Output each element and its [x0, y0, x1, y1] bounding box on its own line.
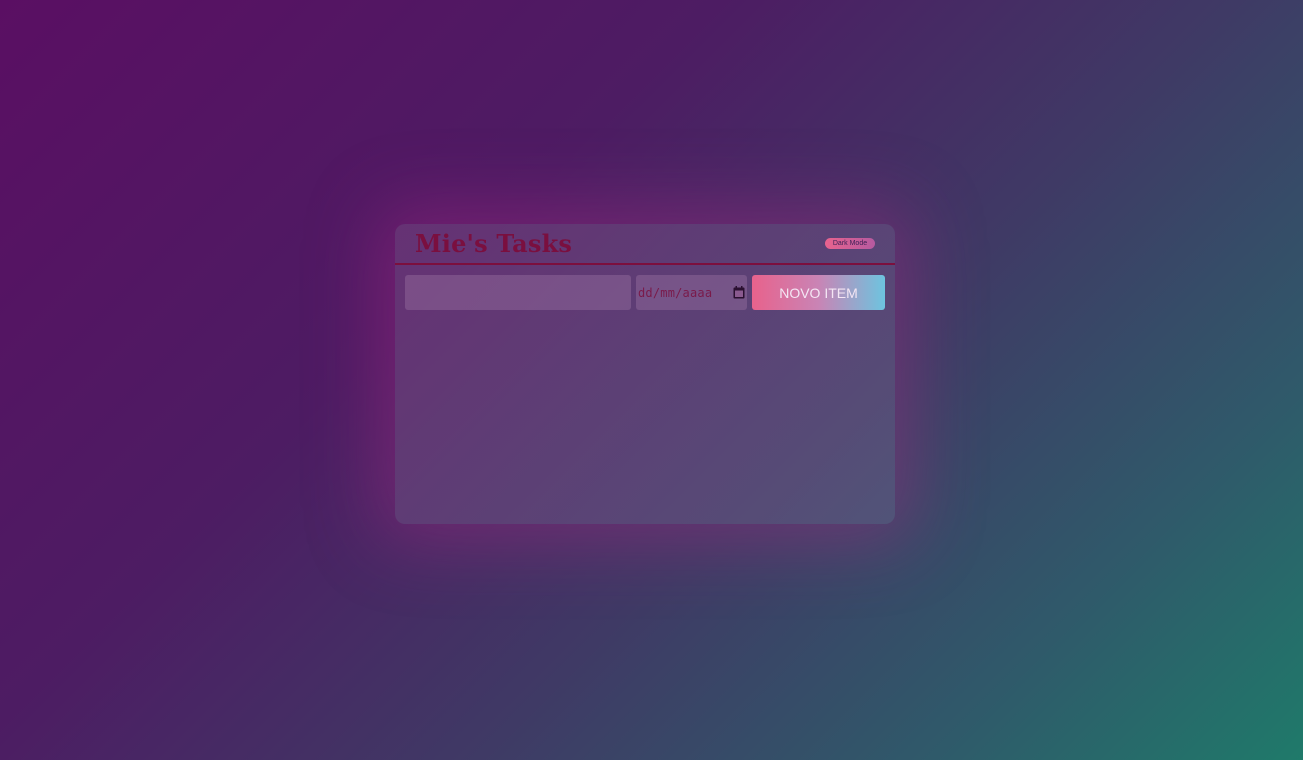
date-placeholder: dd/mm/aaaa [638, 285, 713, 300]
date-input[interactable]: dd/mm/aaaa [636, 275, 747, 310]
dark-mode-toggle[interactable]: Dark Mode [825, 238, 875, 249]
task-list [405, 320, 885, 514]
app-title: Mie's Tasks [415, 229, 573, 258]
task-card: Mie's Tasks Dark Mode dd/mm/aaaa NOVO IT… [395, 224, 895, 524]
task-input[interactable] [405, 275, 631, 310]
card-header: Mie's Tasks Dark Mode [395, 224, 895, 265]
calendar-icon[interactable] [733, 286, 745, 299]
new-item-button[interactable]: NOVO ITEM [752, 275, 885, 310]
